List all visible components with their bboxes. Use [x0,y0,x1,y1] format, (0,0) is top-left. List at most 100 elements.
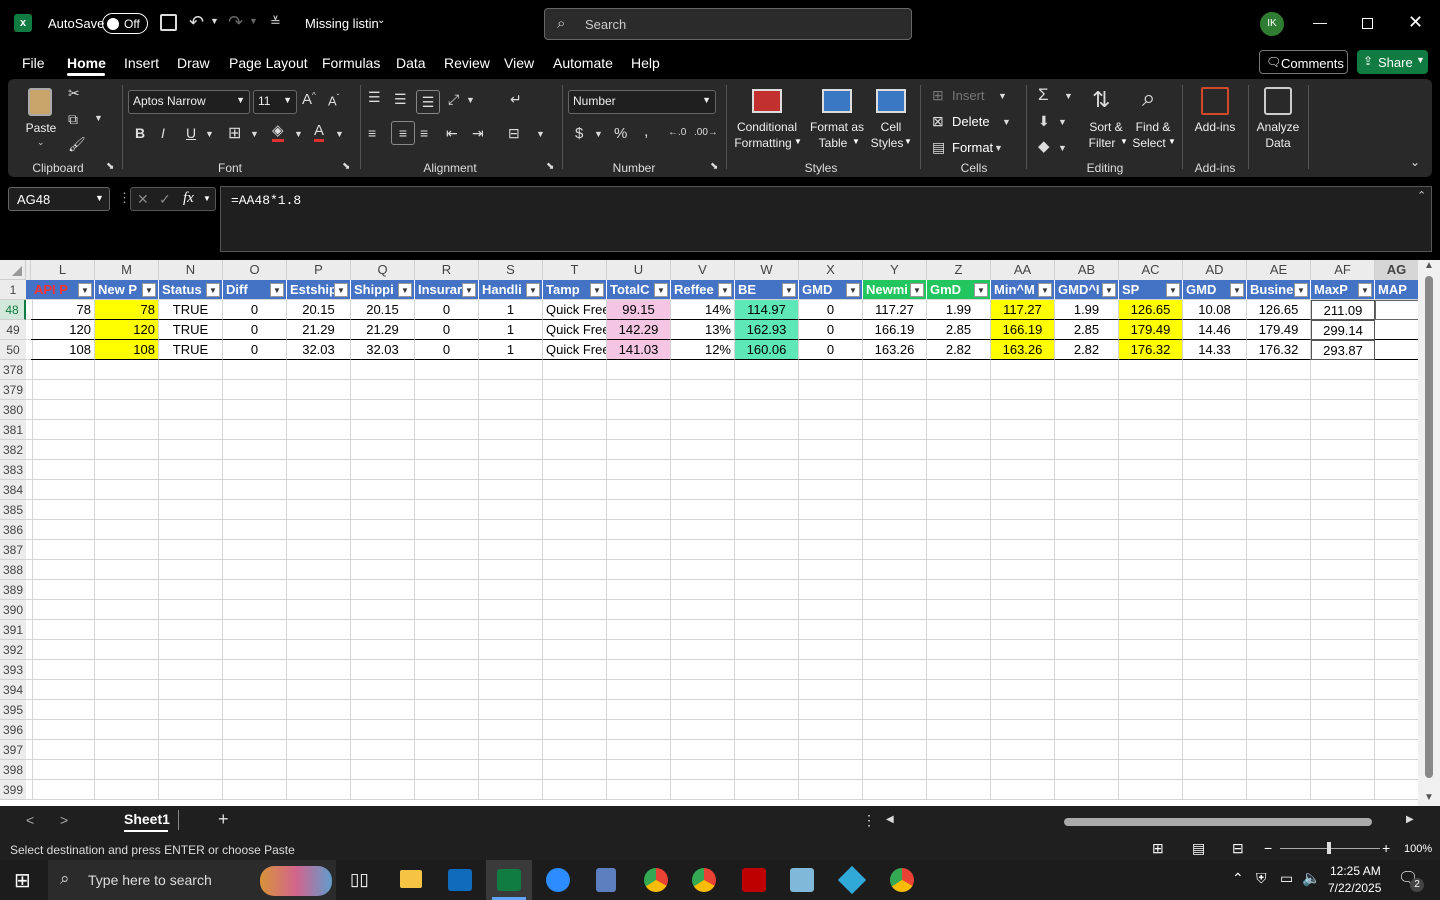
grid-cell[interactable] [671,680,735,700]
grid-cell[interactable] [31,360,95,380]
grid-cell[interactable] [1119,360,1183,380]
delete-cells-label[interactable]: Delete [952,114,990,129]
grid-cell[interactable] [927,580,991,600]
grid-cell[interactable] [671,520,735,540]
table-header-cell[interactable]: Min^M ▼ [991,280,1055,300]
table-header-cell[interactable]: Reffee ▼ [671,280,735,300]
grid-cell[interactable] [799,660,863,680]
grid-cell[interactable] [927,620,991,640]
grid-cell[interactable] [671,440,735,460]
grid-cell[interactable] [1055,500,1119,520]
grid-cell[interactable] [1183,700,1247,720]
grid-cell[interactable] [607,520,671,540]
font-color-icon[interactable]: A [314,123,325,142]
grid-cell[interactable] [607,380,671,400]
grid-cell[interactable] [1055,600,1119,620]
table-cell[interactable]: 163.26 [991,340,1055,360]
file-explorer-icon[interactable] [400,870,422,888]
grid-cell[interactable] [1375,480,1419,500]
grid-cell[interactable] [735,440,799,460]
font-color-dropdown-icon[interactable]: ▼ [335,129,344,139]
grid-cell[interactable] [607,560,671,580]
grid-cell[interactable] [863,600,927,620]
table-cell[interactable]: 32.03 [351,340,415,360]
grid-cell[interactable] [1055,420,1119,440]
grid-cell[interactable] [735,560,799,580]
bold-icon[interactable]: B [135,125,145,141]
table-header-cell[interactable]: GMD^I ▼ [1055,280,1119,300]
grid-cell[interactable] [351,420,415,440]
grid-cell[interactable] [735,640,799,660]
grid-cell[interactable] [415,780,479,800]
grid-cell[interactable] [415,480,479,500]
cell-styles-button[interactable]: Cell Styles ▼ [868,85,914,155]
copy-dropdown-icon[interactable]: ▼ [94,113,103,123]
table-cell[interactable]: Quick Free [543,340,607,360]
grid-cell[interactable] [1311,640,1375,660]
grid-cell[interactable] [1375,720,1419,740]
grid-cell[interactable] [95,680,159,700]
grid-cell[interactable] [1311,360,1375,380]
grid-cell[interactable] [1119,520,1183,540]
table-cell[interactable]: 126.65 [1119,300,1183,320]
app-icon[interactable] [790,868,814,892]
format-cells-icon[interactable]: ▤ [932,139,945,156]
document-title[interactable]: Missing listin [305,16,379,31]
grid-cell[interactable] [1055,440,1119,460]
grid-cell[interactable] [735,620,799,640]
grid-cell[interactable] [1311,700,1375,720]
grid-cell[interactable] [159,700,223,720]
grid-cell[interactable] [543,460,607,480]
grid-cell[interactable] [1119,600,1183,620]
grid-cell[interactable] [95,600,159,620]
column-header[interactable]: AE [1247,260,1311,280]
grid-cell[interactable] [607,420,671,440]
grid-cell[interactable] [543,560,607,580]
grid-cell[interactable] [1055,640,1119,660]
grid-cell[interactable] [1119,640,1183,660]
grid-cell[interactable] [1311,580,1375,600]
grid-cell[interactable] [287,700,351,720]
row-header[interactable]: 380 [0,400,26,420]
grid-cell[interactable] [799,720,863,740]
grid-cell[interactable] [95,560,159,580]
grid-cell[interactable] [287,760,351,780]
grid-cell[interactable] [1375,400,1419,420]
grid-cell[interactable] [671,780,735,800]
table-cell[interactable]: 117.27 [991,300,1055,320]
grid-cell[interactable] [735,760,799,780]
column-header[interactable]: O [223,260,287,280]
clock-date[interactable]: 7/22/2025 [1328,881,1381,895]
filter-dropdown-icon[interactable]: ▼ [142,283,156,297]
grid-cell[interactable] [31,640,95,660]
table-cell[interactable]: 0 [799,340,863,360]
grid-cell[interactable] [479,540,543,560]
grid-cell[interactable] [95,440,159,460]
grid-cell[interactable] [671,760,735,780]
grid-cell[interactable] [351,780,415,800]
grid-cell[interactable] [479,400,543,420]
scroll-up-icon[interactable]: ▲ [1424,260,1434,271]
grid-cell[interactable] [543,580,607,600]
insert-cells-icon[interactable]: ⊞ [932,87,944,104]
merge-dropdown-icon[interactable]: ▼ [536,129,545,139]
title-chevron-icon[interactable]: ⌄ [377,15,385,26]
grid-cell[interactable] [1247,740,1311,760]
grid-cell[interactable] [1311,660,1375,680]
menu-help[interactable]: Help [631,55,660,71]
grid-cell[interactable] [159,780,223,800]
table-cell[interactable]: 13% [671,320,735,340]
table-cell[interactable]: 32.03 [287,340,351,360]
grid-cell[interactable] [351,600,415,620]
grid-cell[interactable] [863,720,927,740]
grid-cell[interactable] [1247,560,1311,580]
grid-cell[interactable] [991,740,1055,760]
formula-collapse-icon[interactable]: ⌃ [1417,189,1426,202]
table-header-cell[interactable]: GMD ▼ [1183,280,1247,300]
table-cell[interactable]: 117.27 [863,300,927,320]
grid-cell[interactable] [159,560,223,580]
grid-cell[interactable] [1183,500,1247,520]
grid-cell[interactable] [223,740,287,760]
clear-dropdown-icon[interactable]: ▼ [1058,143,1067,153]
grid-cell[interactable] [1311,420,1375,440]
